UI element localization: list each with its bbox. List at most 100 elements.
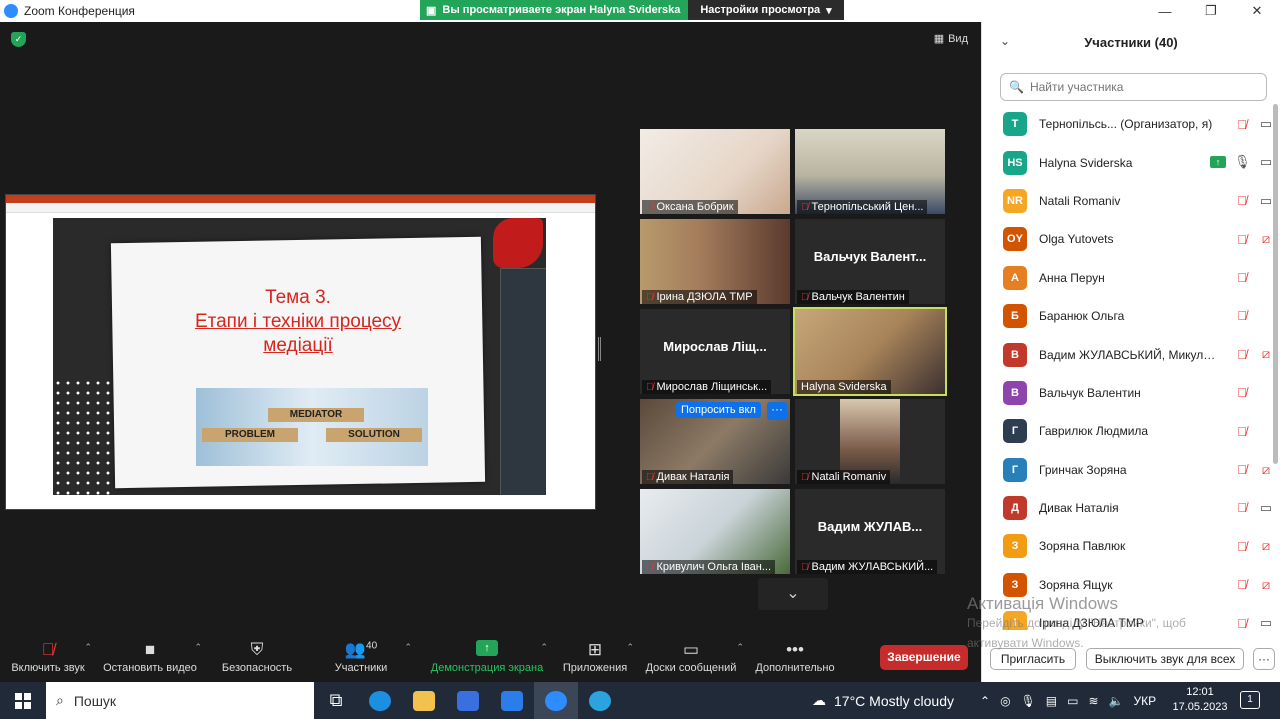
camera-off-icon[interactable]: ⧄ [1258,346,1274,362]
camera-off-icon[interactable]: ⧄ [1258,577,1274,593]
whiteboard-options-caret-icon[interactable]: ⌃ [736,642,744,653]
camera-off-icon[interactable]: ⧄ [1258,462,1274,478]
participant-row[interactable]: T Тернопільсь... (Организатор, я) 🎙̸ ▭ [982,105,1274,143]
minimize-button[interactable]: — [1142,0,1188,22]
clock[interactable]: 12:01 17.05.2023 [1170,685,1230,715]
participant-row[interactable]: Д Дивак Наталія 🎙̸ ▭ [982,489,1274,527]
camera-on-icon[interactable]: ▭ [1258,116,1274,132]
camera-off-icon[interactable]: ⧄ [1258,538,1274,554]
apps-button[interactable]: ⊞ Приложения ⌃ [560,632,634,682]
camera-on-icon[interactable]: ▭ [1258,193,1274,209]
panel-title: Участники (40) [1084,35,1178,50]
video-options-caret-icon[interactable]: ⌃ [194,642,202,653]
security-button[interactable]: ⛨ Безопасность [218,632,296,682]
video-tile[interactable]: Вадим ЖУЛАВ... 🎙̸ Вадим ЖУЛАВСЬКИЙ... [795,489,945,574]
close-button[interactable]: ✕ [1234,0,1280,22]
participant-row[interactable]: В Вальчук Валентин 🎙̸ [982,374,1274,412]
mail-icon[interactable] [490,682,534,719]
participant-row[interactable]: А Анна Перун 🎙̸ [982,259,1274,297]
participant-name: Вальчук Валентин [1039,385,1141,400]
participants-options-caret-icon[interactable]: ⌃ [404,642,412,653]
weather-widget[interactable]: ☁ 17°C Mostly cloudy [812,682,954,719]
maximize-button[interactable]: ❐ [1188,0,1234,22]
telegram-icon[interactable] [578,682,622,719]
more-button[interactable]: ••• Дополнительно [752,632,838,682]
video-tile[interactable]: 🎙̸ Оксана Бобрик [640,129,790,214]
camera-off-icon[interactable]: ⧄ [1258,231,1274,247]
tray-chevron-icon[interactable]: ⌃ [980,694,990,708]
panel-more-button[interactable]: ··· [1253,648,1275,670]
mic-off-icon[interactable]: 🎙̸ [1234,616,1250,630]
mic-off-icon[interactable]: 🎙̸ [1234,424,1250,439]
tray-mic-icon[interactable]: 🎙 [1021,694,1036,708]
stop-video-button[interactable]: ■ Остановить видео ⌃ [100,632,202,682]
apps-options-caret-icon[interactable]: ⌃ [626,642,634,653]
participants-button[interactable]: 👥40 Участники ⌃ [328,632,412,682]
start-button[interactable] [0,682,46,719]
camera-on-icon[interactable]: ▭ [1258,154,1274,170]
search-input[interactable] [1029,80,1250,94]
audio-options-caret-icon[interactable]: ⌃ [84,642,92,653]
participant-row[interactable]: Г Гринчак Зоряна 🎙̸ ⧄ [982,451,1274,489]
unmute-button[interactable]: 🎙̸ Включить звук ⌃ [8,632,92,682]
mic-off-icon[interactable]: 🎙̸ [1234,270,1250,285]
language-indicator[interactable]: УКР [1133,694,1156,708]
mic-off-icon[interactable]: 🎙̸ [1234,462,1250,477]
participants-label: Участники [334,662,388,674]
whiteboards-button[interactable]: ▭ Доски сообщений ⌃ [642,632,744,682]
battery-icon[interactable]: ▭ [1067,694,1078,708]
participant-row[interactable]: Б Баранюк Ольга 🎙̸ [982,297,1274,335]
mic-off-icon[interactable]: 🎙̸ [1234,385,1250,400]
view-button[interactable]: ▦ Вид [934,32,968,46]
request-unmute-button[interactable]: Попросить вкл [676,402,761,418]
store-icon[interactable] [446,682,490,719]
volume-icon[interactable]: 🔈 [1109,694,1124,708]
edge-browser-icon[interactable] [358,682,402,719]
mic-off-icon[interactable]: 🎙̸ [1234,539,1250,554]
camera-on-icon[interactable]: ▭ [1258,615,1274,630]
taskbar-search[interactable]: ⌕ Пошук [46,682,314,719]
mute-all-button[interactable]: Выключить звук для всех [1086,648,1244,670]
view-options-button[interactable]: Настройки просмотра ▾ [688,0,844,20]
participant-row[interactable]: В Вадим ЖУЛАВСЬКИЙ, Микули... 🎙̸ ⧄ [982,335,1274,373]
mic-off-icon[interactable]: 🎙̸ [1234,232,1250,247]
panel-scrollbar[interactable] [1273,104,1278,464]
video-tile[interactable]: 🎙̸ Тернопільський Цен... [795,129,945,214]
file-explorer-icon[interactable] [402,682,446,719]
mic-on-icon[interactable]: 🎙 [1234,154,1251,170]
participant-row[interactable]: Г Гаврилюк Людмила 🎙̸ [982,412,1274,450]
end-meeting-button[interactable]: Завершение [880,645,968,670]
participant-row[interactable]: З Зоряна Павлюк 🎙̸ ⧄ [982,527,1274,565]
wifi-icon[interactable]: ≋ [1088,694,1098,708]
video-tile[interactable]: Попросить вкл ··· 🎙̸ Дивак Наталія [640,399,790,484]
share-screen-button[interactable]: ↑ Демонстрация экрана ⌃ [428,632,548,682]
tile-more-button[interactable]: ··· [767,402,787,420]
mic-off-icon[interactable]: 🎙̸ [1234,347,1250,362]
share-options-caret-icon[interactable]: ⌃ [540,642,548,653]
participant-row[interactable]: HS Halyna Sviderska ↑ 🎙 ▭ [982,143,1274,181]
tray-clipboard-icon[interactable]: ▤ [1046,694,1057,708]
mic-off-icon[interactable]: 🎙̸ [1234,117,1250,132]
camera-on-icon[interactable]: ▭ [1258,500,1274,516]
notification-center-button[interactable]: 1 [1240,691,1260,709]
mic-off-icon[interactable]: 🎙̸ [1234,577,1250,592]
participant-row[interactable]: OY Olga Yutovets 🎙̸ ⧄ [982,220,1274,258]
tray-app-icon[interactable]: ◎ [1000,694,1010,708]
zoom-taskbar-icon[interactable] [534,682,578,719]
mic-off-icon[interactable]: 🎙̸ [1234,500,1250,515]
video-tile-active-speaker[interactable]: Halyna Sviderska [793,307,947,396]
video-tile[interactable]: 🎙̸ Ірина ДЗЮЛА ТМР [640,219,790,304]
gallery-scroll-down-button[interactable]: ⌄ [758,578,828,610]
encryption-shield-icon[interactable]: ✓ [11,32,26,47]
video-tile[interactable]: 🎙̸ Кривулич Ольга Іван... [640,489,790,574]
participant-row[interactable]: NR Natali Romaniv 🎙̸ ▭ [982,182,1274,220]
participant-search[interactable]: 🔍 [1000,73,1267,101]
video-tile[interactable]: Вальчук Валент... 🎙̸ Вальчук Валентин [795,219,945,304]
mic-off-icon[interactable]: 🎙̸ [1234,308,1250,323]
mic-off-icon[interactable]: 🎙̸ [1234,193,1250,208]
video-tile[interactable]: 🎙̸ Natali Romaniv [795,399,945,484]
split-resize-handle[interactable] [598,337,601,361]
invite-button[interactable]: Пригласить [990,648,1076,670]
video-tile[interactable]: Мирослав Ліщ... 🎙̸ Мирослав Ліщинськ... [640,309,790,394]
task-view-icon[interactable]: ⧉ [314,682,358,719]
